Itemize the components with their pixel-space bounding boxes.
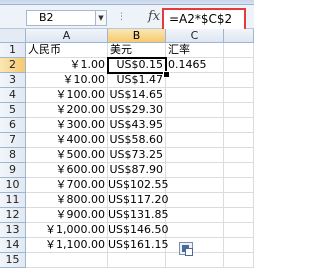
cell-c[interactable]: [166, 193, 224, 208]
row-header[interactable]: 4: [0, 88, 26, 103]
cell-c[interactable]: 汇率: [166, 43, 224, 58]
cell-b[interactable]: US$43.95: [108, 118, 166, 133]
cell-d[interactable]: [224, 148, 254, 163]
cell-a[interactable]: ￥1,100.00: [26, 238, 108, 253]
cell-b[interactable]: US$87.90: [108, 163, 166, 178]
formula-text: =A2*$C$2: [169, 12, 233, 26]
row-header[interactable]: 6: [0, 118, 26, 133]
cell-d[interactable]: [224, 118, 254, 133]
cell-a[interactable]: ￥300.00: [26, 118, 108, 133]
formula-bar: B2 ▼ ⋮ fx =A2*$C$2: [0, 5, 254, 34]
row-header[interactable]: 12: [0, 208, 26, 223]
cell-b[interactable]: US$131.85: [108, 208, 169, 223]
active-cell-border: [107, 57, 167, 74]
cell-c[interactable]: [166, 223, 224, 238]
cell-d[interactable]: [224, 58, 254, 73]
row-header[interactable]: 15: [0, 253, 26, 268]
cell-b[interactable]: [108, 253, 166, 268]
cell-b[interactable]: US$73.25: [108, 148, 166, 163]
cell-a[interactable]: ￥100.00: [26, 88, 108, 103]
row-header[interactable]: 14: [0, 238, 26, 253]
cell-b[interactable]: US$146.50: [108, 223, 169, 238]
cell-c[interactable]: [166, 178, 224, 193]
cell-d[interactable]: [224, 88, 254, 103]
insert-function-icon[interactable]: fx: [148, 9, 160, 24]
row-header[interactable]: 11: [0, 193, 26, 208]
cell-a[interactable]: ￥200.00: [26, 103, 108, 118]
cell-a[interactable]: ￥800.00: [26, 193, 108, 208]
cell-b[interactable]: US$161.15: [108, 238, 169, 253]
cell-a[interactable]: ￥600.00: [26, 163, 108, 178]
cell-d[interactable]: [224, 43, 254, 58]
cell-d[interactable]: [224, 208, 254, 223]
cell-c[interactable]: [166, 88, 224, 103]
paste-options-icon[interactable]: [179, 242, 193, 256]
row-header[interactable]: 8: [0, 148, 26, 163]
cell-c[interactable]: [166, 133, 224, 148]
cell-d[interactable]: [224, 238, 254, 253]
cell-a[interactable]: 人民币: [26, 43, 108, 58]
cell-d[interactable]: [224, 193, 254, 208]
cell-c[interactable]: [166, 118, 224, 133]
cell-a[interactable]: [26, 253, 108, 268]
cell-c[interactable]: [166, 253, 224, 268]
cell-c[interactable]: [166, 73, 224, 88]
cell-b[interactable]: US$1.47: [108, 73, 166, 88]
cell-c[interactable]: 0.1465: [166, 58, 224, 73]
cell-a[interactable]: ￥900.00: [26, 208, 108, 223]
cell-c[interactable]: [166, 103, 224, 118]
cell-d[interactable]: [224, 223, 254, 238]
cell-a[interactable]: ￥10.00: [26, 73, 108, 88]
row-header[interactable]: 1: [0, 43, 26, 58]
cell-c[interactable]: [166, 238, 224, 253]
column-header-c[interactable]: C: [166, 29, 224, 43]
cell-d[interactable]: [224, 133, 254, 148]
name-box-value: B2: [39, 11, 54, 24]
cell-c[interactable]: [166, 208, 224, 223]
cell-a[interactable]: ￥700.00: [26, 178, 108, 193]
cell-b[interactable]: US$117.20: [108, 193, 169, 208]
row-header[interactable]: 7: [0, 133, 26, 148]
column-header-b[interactable]: B: [108, 29, 166, 43]
cell-a[interactable]: ￥500.00: [26, 148, 108, 163]
cell-d[interactable]: [224, 163, 254, 178]
cell-b[interactable]: US$29.30: [108, 103, 166, 118]
name-box[interactable]: B2: [26, 10, 96, 26]
select-all-corner[interactable]: [0, 29, 26, 43]
cell-a[interactable]: ￥400.00: [26, 133, 108, 148]
row-header[interactable]: 10: [0, 178, 26, 193]
cell-c[interactable]: [166, 163, 224, 178]
cell-d[interactable]: [224, 253, 254, 268]
cell-b[interactable]: 美元: [108, 43, 166, 58]
cell-a[interactable]: ￥1.00: [26, 58, 108, 73]
column-header-a[interactable]: A: [26, 29, 108, 43]
cell-d[interactable]: [224, 178, 254, 193]
cell-c[interactable]: [166, 148, 224, 163]
row-header[interactable]: 9: [0, 163, 26, 178]
row-header[interactable]: 2: [0, 58, 26, 73]
formula-bar-grip-icon: ⋮: [117, 12, 126, 22]
row-header[interactable]: 3: [0, 73, 26, 88]
row-header[interactable]: 13: [0, 223, 26, 238]
cell-d[interactable]: [224, 73, 254, 88]
fill-handle[interactable]: [163, 71, 170, 78]
chevron-down-icon[interactable]: ▼: [95, 10, 107, 26]
cell-a[interactable]: ￥1,000.00: [26, 223, 108, 238]
row-header[interactable]: 5: [0, 103, 26, 118]
cell-b[interactable]: US$14.65: [108, 88, 166, 103]
cell-d[interactable]: [224, 103, 254, 118]
column-header-d[interactable]: [224, 29, 254, 43]
cell-b[interactable]: US$58.60: [108, 133, 166, 148]
cell-b[interactable]: US$102.55: [108, 178, 169, 193]
